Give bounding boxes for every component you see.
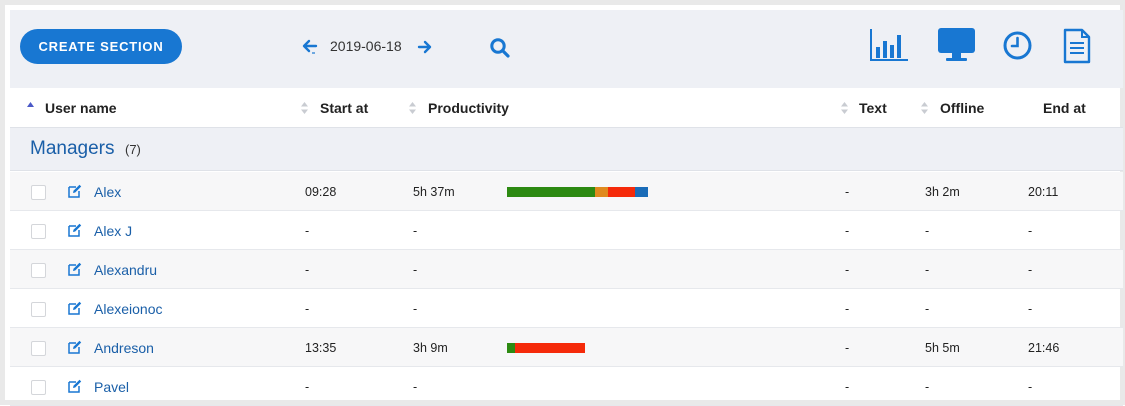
column-header-offline[interactable]: Offline: [940, 100, 984, 116]
end-at-value: 21:46: [1028, 341, 1060, 355]
group-header-managers[interactable]: Managers (7): [10, 128, 1123, 171]
offline-value: -: [925, 224, 930, 238]
group-count: (7): [125, 142, 141, 157]
productivity-bar-segment: [595, 187, 608, 197]
column-header-user-name[interactable]: User name: [45, 100, 117, 116]
productivity-bar-segment: [515, 343, 585, 353]
end-at-value: -: [1028, 263, 1033, 277]
user-name-link[interactable]: Alex: [94, 184, 121, 200]
user-name-link[interactable]: Pavel: [94, 379, 129, 395]
sort-icon[interactable]: [408, 100, 417, 116]
document-report-icon[interactable]: [1063, 28, 1091, 64]
edit-icon[interactable]: [68, 262, 82, 276]
sort-icon[interactable]: [920, 100, 929, 116]
table-row[interactable]: Alex 09:28 5h 37m - 3h 2m 20:11: [10, 172, 1123, 211]
end-at-value: -: [1028, 302, 1033, 316]
offline-value: -: [925, 380, 930, 394]
current-date: 2019-06-18: [330, 38, 402, 54]
edit-icon[interactable]: [68, 301, 82, 315]
productivity-bar: [507, 187, 648, 197]
edit-icon[interactable]: [68, 379, 82, 393]
offline-value: 3h 2m: [925, 185, 960, 199]
table-row[interactable]: Pavel - - - - -: [10, 367, 1123, 406]
edit-icon[interactable]: [68, 223, 82, 237]
row-checkbox[interactable]: [31, 341, 46, 356]
start-at-value: -: [305, 224, 310, 238]
column-header-text[interactable]: Text: [859, 100, 887, 116]
table-row[interactable]: Alexeionoc - - - - -: [10, 289, 1123, 328]
row-checkbox[interactable]: [31, 302, 46, 317]
productivity-bar-segment: [507, 187, 595, 197]
offline-value: 5h 5m: [925, 341, 960, 355]
sort-icon[interactable]: [300, 100, 309, 116]
group-name[interactable]: Managers: [30, 138, 115, 160]
start-at-value: -: [305, 302, 310, 316]
end-at-value: -: [1028, 224, 1033, 238]
text-value: -: [845, 263, 850, 277]
text-value: -: [845, 224, 850, 238]
sort-icon[interactable]: [840, 100, 849, 116]
next-date-arrow-icon[interactable]: [417, 37, 433, 57]
productivity-value: -: [413, 263, 418, 277]
table-header: User name Start at Productivity Text Off…: [10, 88, 1123, 128]
end-at-value: -: [1028, 380, 1033, 394]
column-header-productivity[interactable]: Productivity: [428, 100, 509, 116]
row-checkbox[interactable]: [31, 224, 46, 239]
edit-icon[interactable]: [68, 340, 82, 354]
column-header-start-at[interactable]: Start at: [320, 100, 368, 116]
table-row[interactable]: Alex J - - - - -: [10, 211, 1123, 250]
productivity-bar-segment: [608, 187, 635, 197]
app-frame: CREATE SECTION 2019-06-18 User name Star…: [0, 0, 1125, 406]
report-panel: CREATE SECTION 2019-06-18 User name Star…: [10, 10, 1123, 406]
create-section-button[interactable]: CREATE SECTION: [20, 29, 182, 64]
text-value: -: [845, 302, 850, 316]
start-at-value: -: [305, 380, 310, 394]
productivity-value: -: [413, 224, 418, 238]
productivity-bar-segment: [507, 343, 515, 353]
productivity-value: 5h 37m: [413, 185, 455, 199]
start-at-value: 13:35: [305, 341, 337, 355]
user-name-link[interactable]: Alexeionoc: [94, 301, 163, 317]
edit-icon[interactable]: [68, 184, 82, 198]
row-checkbox[interactable]: [31, 380, 46, 395]
row-checkbox[interactable]: [31, 185, 46, 200]
sort-ascending-icon[interactable]: [26, 100, 35, 116]
user-name-link[interactable]: Alex J: [94, 223, 132, 239]
row-checkbox[interactable]: [31, 263, 46, 278]
offline-value: -: [925, 302, 930, 316]
user-name-link[interactable]: Andreson: [94, 340, 154, 356]
text-value: -: [845, 341, 850, 355]
user-name-link[interactable]: Alexandru: [94, 262, 157, 278]
offline-value: -: [925, 263, 930, 277]
search-icon[interactable]: [489, 37, 511, 59]
productivity-bar: [507, 343, 585, 353]
toolbar: CREATE SECTION 2019-06-18: [10, 10, 1123, 88]
previous-date-arrow-icon[interactable]: [300, 37, 320, 57]
bar-chart-icon[interactable]: [869, 27, 910, 63]
text-value: -: [845, 185, 850, 199]
table-row[interactable]: Andreson 13:35 3h 9m - 5h 5m 21:46: [10, 328, 1123, 367]
productivity-bar-segment: [635, 187, 648, 197]
monitor-icon[interactable]: [937, 27, 976, 64]
start-at-value: 09:28: [305, 185, 337, 199]
column-header-end-at[interactable]: End at: [1043, 100, 1086, 116]
start-at-value: -: [305, 263, 310, 277]
clock-icon[interactable]: [1003, 31, 1032, 60]
table-row[interactable]: Alexandru - - - - -: [10, 250, 1123, 289]
productivity-value: -: [413, 380, 418, 394]
productivity-value: -: [413, 302, 418, 316]
text-value: -: [845, 380, 850, 394]
end-at-value: 20:11: [1028, 185, 1059, 199]
productivity-value: 3h 9m: [413, 341, 448, 355]
